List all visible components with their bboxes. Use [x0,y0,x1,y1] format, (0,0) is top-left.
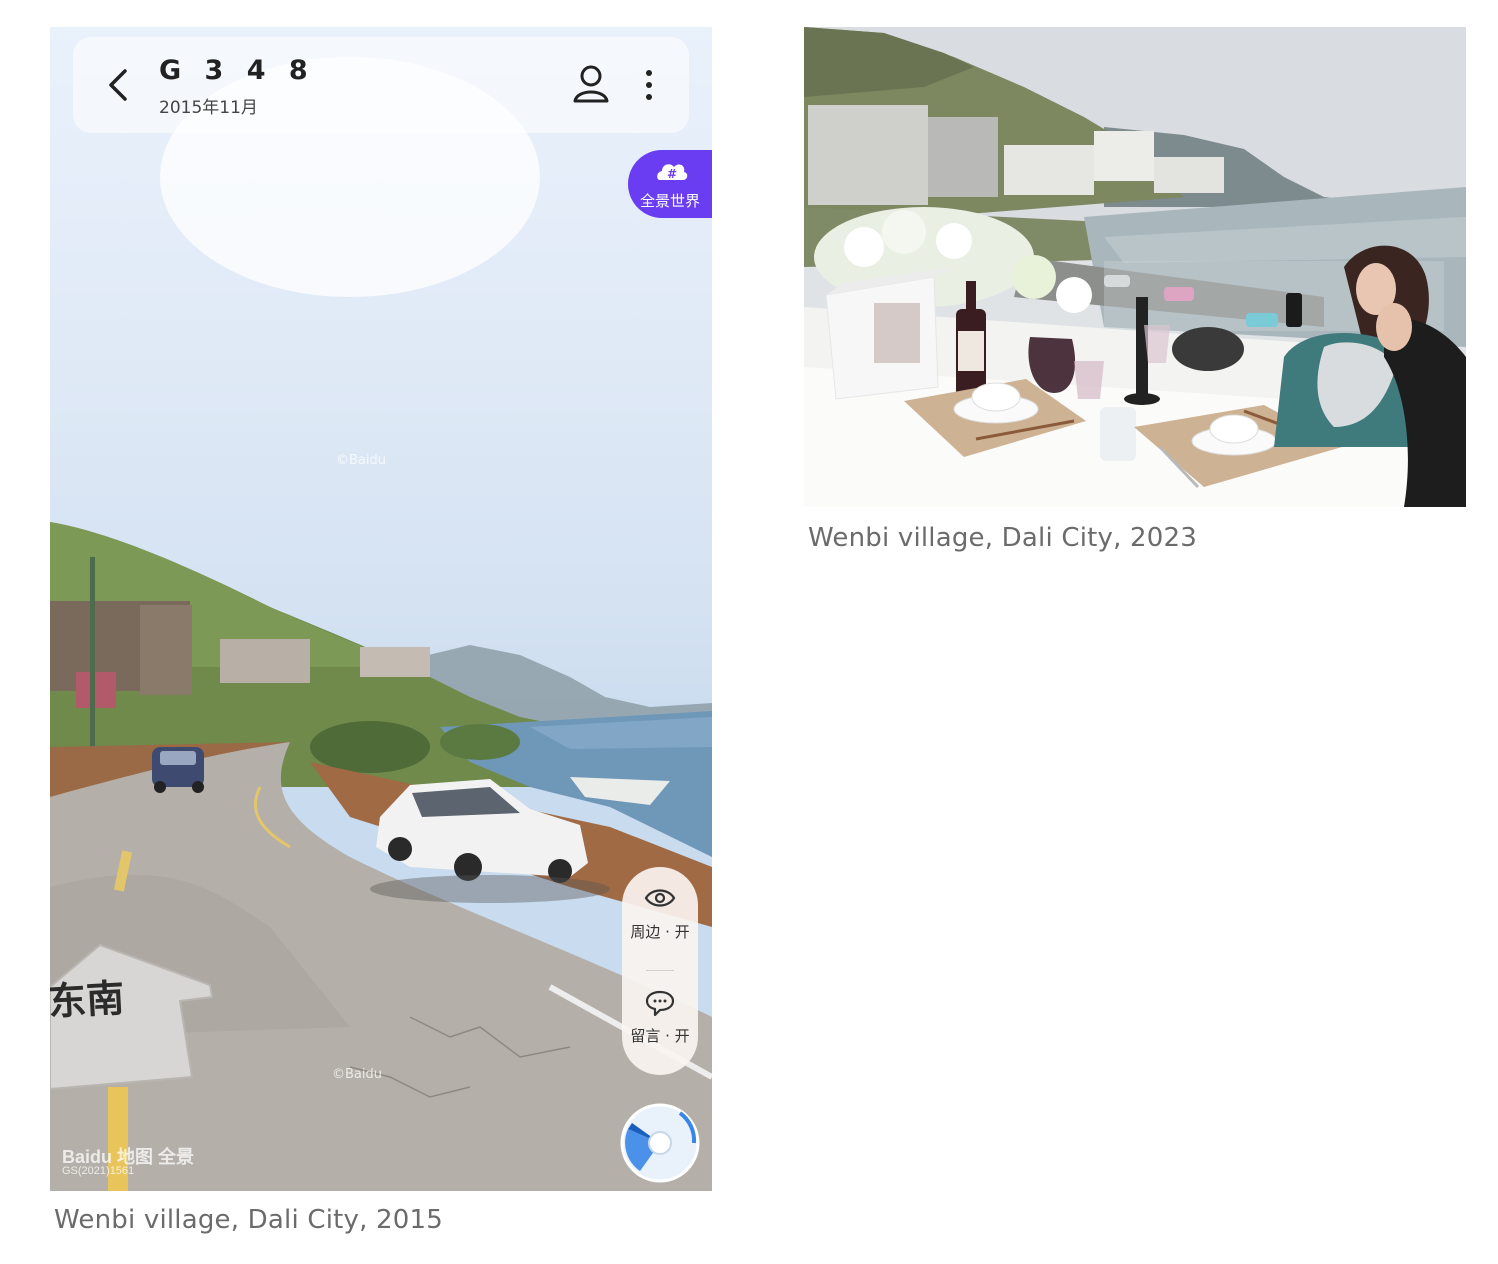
watermark-center: ©Baidu [336,453,386,468]
dinner-scene [804,27,1466,507]
back-arrow-icon[interactable] [103,67,133,103]
comments-toggle-label: 留言 · 开 [630,1027,690,1045]
panorama-world-icon: # [657,164,688,181]
lakeside-dinner-table-photo [804,27,1466,507]
street-view-screenshot: 东南 ©Baidu ©Baidu Baidu 地图 全景 GS(2021)156… [50,27,712,1191]
comments-toggle-button[interactable]: 留言 · 开 [622,981,698,1071]
caption-2015: Wenbi village, Dali City, 2015 [54,1205,443,1235]
figure-2015: 东南 ©Baidu ©Baidu Baidu 地图 全景 GS(2021)156… [50,27,712,1235]
panorama-world-button[interactable]: # 全景世界 [628,150,712,218]
more-options-icon[interactable] [639,65,659,105]
nearby-toggle-button[interactable]: 周边 · 开 [622,877,698,967]
road-name: G 3 4 8 [159,55,315,86]
panorama-world-label: 全景世界 [639,192,700,210]
street-view-scene [50,57,712,1191]
speech-bubble-icon [645,990,675,1017]
direction-arrow-label: 东南 [50,976,126,1024]
svg-text:#: # [667,167,677,181]
side-controls-divider [646,970,674,971]
compass-icon[interactable] [620,1103,700,1183]
license-code: GS(2021)1561 [62,1165,135,1177]
nearby-toggle-label: 周边 · 开 [630,923,690,941]
eye-icon [644,889,676,907]
capture-date: 2015年11月 [159,98,258,118]
figure-2023: Wenbi village, Dali City, 2023 [804,27,1466,553]
user-icon[interactable] [571,63,611,105]
street-view-topbar: G 3 4 8 2015年11月 [73,37,689,133]
caption-2023: Wenbi village, Dali City, 2023 [808,523,1197,553]
side-controls: 周边 · 开 留言 · 开 [622,867,698,1075]
watermark-bottom: ©Baidu [332,1067,382,1082]
